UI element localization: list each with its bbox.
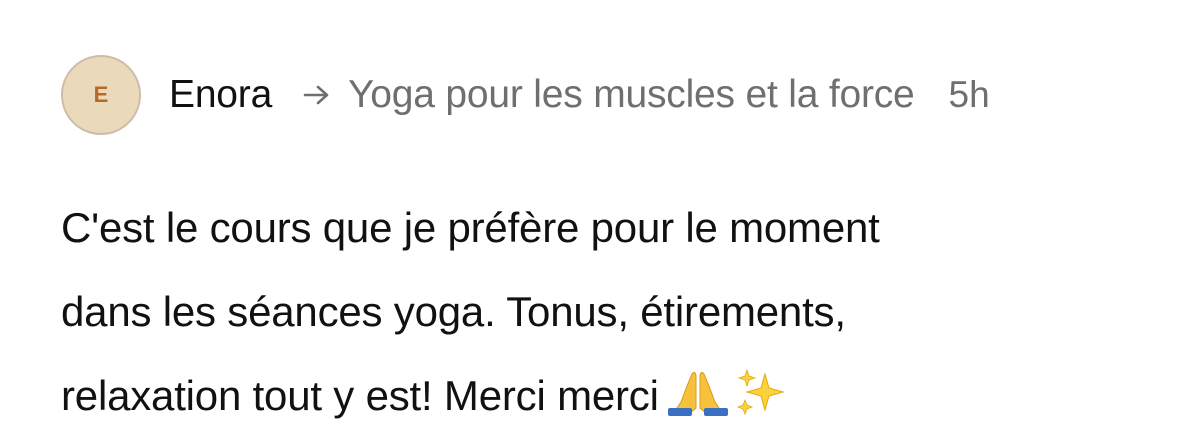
timestamp: 5h — [948, 74, 990, 115]
course-link[interactable]: Yoga pour les muscles et la force — [348, 73, 915, 117]
comment-line-last: relaxation tout y est! Merci merci — [61, 354, 1141, 442]
avatar[interactable]: E — [61, 55, 141, 135]
pray-emoji-icon — [665, 360, 787, 442]
comment-body: C'est le cours que je préfère pour le mo… — [61, 186, 1141, 442]
comment-line-text: relaxation tout y est! Merci merci — [61, 372, 659, 419]
author-name[interactable]: Enora — [169, 73, 272, 117]
comment-header: E Enora Yoga pour les muscles et la forc… — [61, 54, 990, 136]
arrow-right-icon — [303, 85, 329, 105]
comment-line-text: dans les séances yoga. Tonus, étirements… — [61, 288, 846, 335]
comment-line: C'est le cours que je préfère pour le mo… — [61, 204, 880, 251]
avatar-initial: E — [93, 82, 109, 107]
comment-line: dans les séances yoga. Tonus, étirements… — [61, 270, 1141, 354]
comment-card: E Enora Yoga pour les muscles et la forc… — [0, 0, 1179, 442]
